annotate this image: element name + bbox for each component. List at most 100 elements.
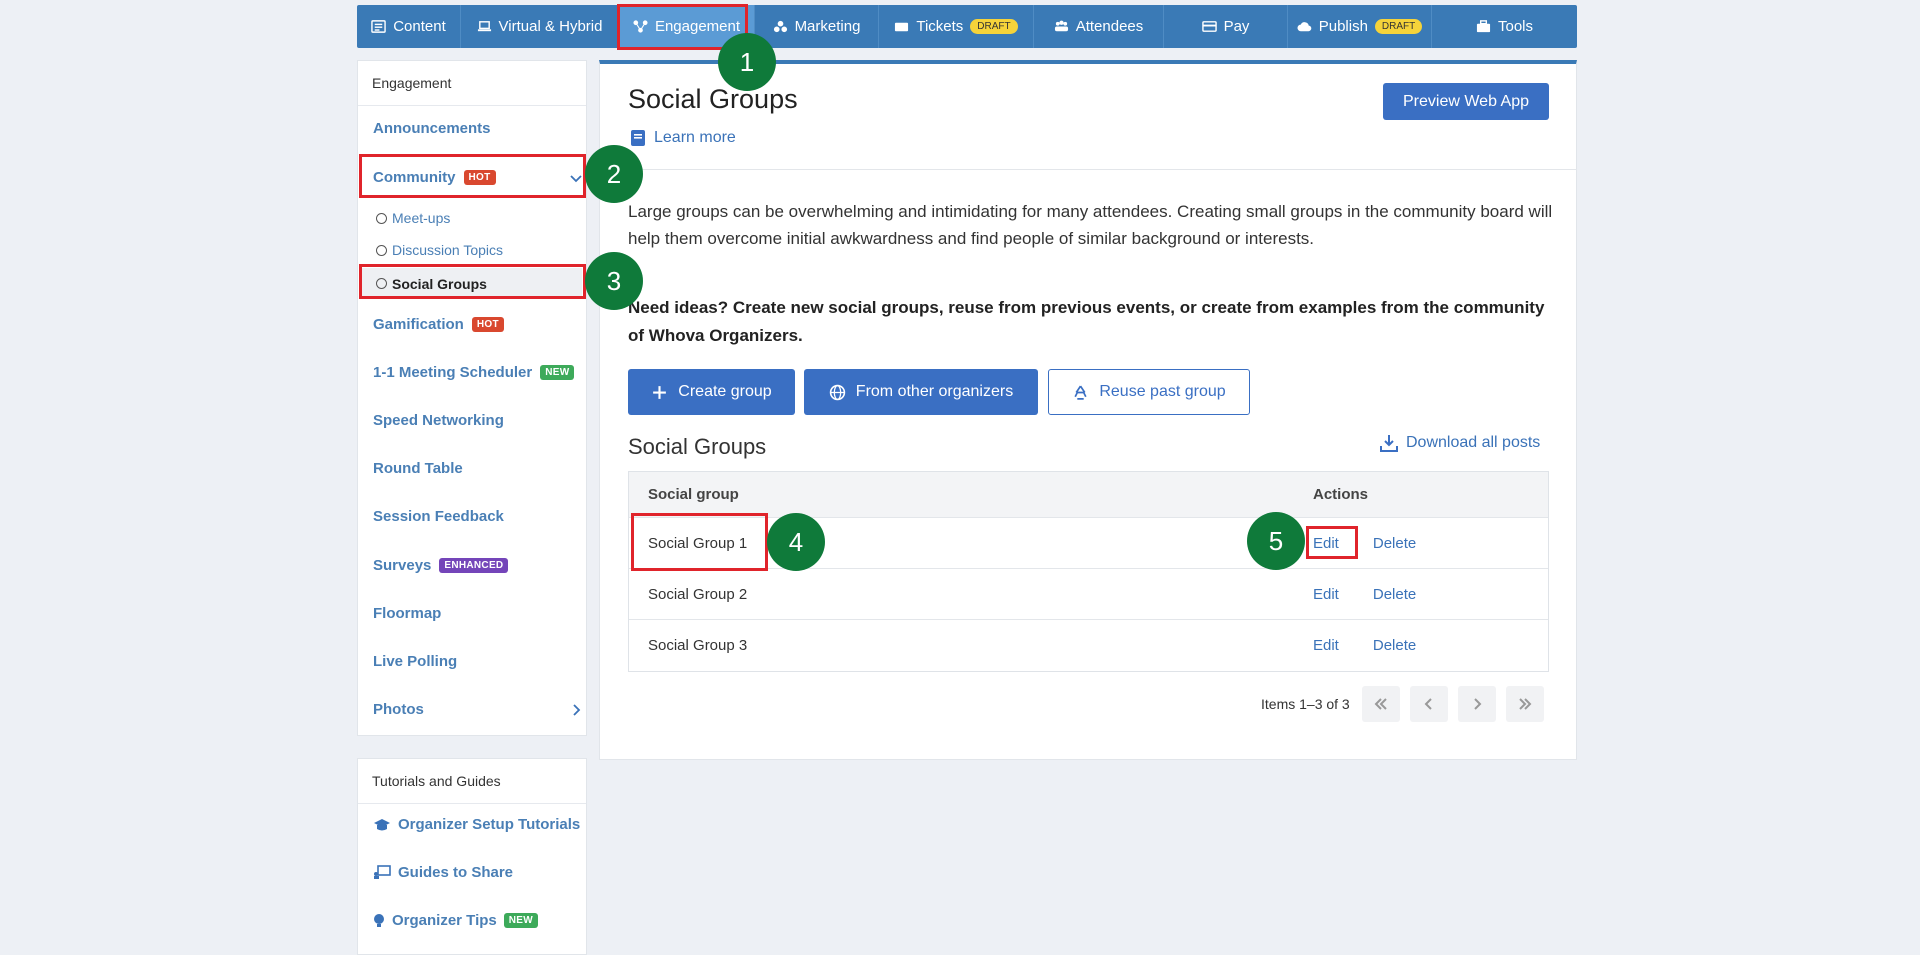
annotation-marker: 4: [767, 513, 825, 571]
button-label: From other organizers: [855, 383, 1014, 400]
annotation-marker: 2: [585, 145, 643, 203]
sidebar-item-photos[interactable]: Photos: [373, 701, 583, 718]
tab-label: Virtual & Hybrid: [498, 18, 603, 35]
page-title: Social Groups: [628, 84, 798, 114]
sidebar-item-label: Live Polling: [373, 653, 458, 670]
pagination: Items 1–3 of 3: [1261, 686, 1544, 722]
sidebar-item-label: 1-1 Meeting Scheduler: [373, 364, 533, 381]
tab-label: Tickets: [916, 18, 964, 35]
sidebar-item-label: Gamification: [373, 316, 464, 333]
cloud-upload-icon: [1297, 22, 1312, 32]
lightbulb-icon: [374, 913, 384, 927]
row-actions: Edit Delete: [1313, 637, 1416, 654]
first-page-button[interactable]: [1361, 686, 1400, 722]
create-group-button[interactable]: Create group: [628, 369, 795, 415]
tab-publish[interactable]: Publish DRAFT: [1288, 5, 1432, 48]
circle-icon: [376, 244, 387, 256]
learn-more-label: Learn more: [654, 129, 736, 146]
sidebar-header: Engagement: [358, 61, 586, 106]
delete-link[interactable]: Delete: [1373, 637, 1416, 654]
tab-tickets[interactable]: Tickets DRAFT: [879, 5, 1034, 48]
sidebar-subitem-discussion-topics[interactable]: Discussion Topics: [376, 242, 503, 258]
tutorial-setup-link[interactable]: Organizer Setup Tutorials: [373, 816, 580, 833]
sidebar-item-floormap[interactable]: Floormap: [373, 605, 441, 622]
table-row: Social Group 3 Edit Delete: [629, 620, 1548, 671]
sidebar-item-label: Announcements: [373, 120, 491, 137]
graduation-cap-icon: [374, 818, 390, 830]
plus-icon: [653, 385, 667, 399]
tab-content[interactable]: Content: [357, 5, 461, 48]
delete-link[interactable]: Delete: [1373, 586, 1416, 603]
sidebar-item-round-table[interactable]: Round Table: [373, 460, 463, 477]
edit-link[interactable]: Edit: [1313, 586, 1339, 603]
tab-attendees[interactable]: Attendees: [1034, 5, 1164, 48]
draft-badge: DRAFT: [1374, 19, 1423, 34]
ideas-text: Need ideas? Create new social groups, re…: [628, 298, 1545, 345]
globe-icon: [829, 384, 845, 400]
tab-pay[interactable]: Pay: [1164, 5, 1288, 48]
hot-badge: HOT: [471, 317, 504, 332]
sidebar-item-meeting-scheduler[interactable]: 1-1 Meeting Scheduler NEW: [373, 364, 575, 381]
sidebar-item-gamification[interactable]: Gamification HOT: [373, 316, 504, 333]
sidebar-item-announcements[interactable]: Announcements: [373, 120, 491, 137]
toolbox-icon: [1476, 20, 1491, 33]
chevron-right-icon: [1474, 698, 1482, 710]
double-chevron-left-icon: [1374, 698, 1387, 710]
sidebar-item-label: Meet-ups: [392, 210, 451, 226]
sidebar-item-live-polling[interactable]: Live Polling: [373, 653, 457, 670]
sidebar-item-label: Discussion Topics: [392, 242, 504, 258]
card-icon: [1201, 21, 1217, 32]
button-label: Create group: [678, 383, 772, 400]
sidebar-item-label: Photos: [373, 701, 424, 718]
chevron-right-icon: [573, 703, 581, 716]
new-badge: NEW: [503, 913, 538, 928]
tab-virtual-hybrid[interactable]: Virtual & Hybrid: [461, 5, 619, 48]
group-name: Social Group 3: [648, 637, 748, 654]
people-icon: [1054, 20, 1068, 32]
enhanced-badge: ENHANCED: [439, 558, 509, 573]
from-other-organizers-button[interactable]: From other organizers: [804, 369, 1038, 415]
edit-link[interactable]: Edit: [1313, 637, 1339, 654]
tutorial-tips-link[interactable]: Organizer Tips NEW: [373, 912, 538, 929]
reuse-past-group-button[interactable]: Reuse past group: [1048, 369, 1250, 415]
tab-label: Attendees: [1075, 18, 1144, 35]
tab-tools[interactable]: Tools: [1432, 5, 1577, 48]
sidebar-item-speed-networking[interactable]: Speed Networking: [373, 412, 504, 429]
divider: [599, 169, 1577, 170]
pagination-count: Items 1–3 of 3: [1261, 696, 1350, 712]
tutorials-header: Tutorials and Guides: [358, 759, 586, 804]
new-badge: NEW: [540, 365, 575, 380]
section-title: Social Groups: [628, 434, 767, 459]
tab-label: Content: [393, 18, 446, 35]
sidebar-item-label: Floormap: [373, 605, 442, 622]
annotation-box: [631, 513, 768, 571]
delete-link[interactable]: Delete: [1373, 535, 1416, 552]
group-name: Social Group 2: [648, 585, 748, 603]
chevron-left-icon: [1424, 698, 1432, 710]
table-header: Social group Actions: [629, 472, 1548, 518]
tab-label: Tools: [1497, 18, 1534, 35]
column-header-social-group: Social group: [648, 486, 739, 503]
last-page-button[interactable]: [1505, 686, 1544, 722]
sidebar-item-label: Speed Networking: [373, 412, 504, 429]
tutorial-guides-link[interactable]: Guides to Share: [373, 864, 513, 881]
button-label: Reuse past group: [1099, 383, 1226, 400]
download-all-posts-link[interactable]: Download all posts: [1380, 434, 1540, 452]
annotation-marker: 5: [1247, 512, 1305, 570]
prev-page-button[interactable]: [1409, 686, 1448, 722]
circle-icon: [376, 212, 387, 224]
preview-web-app-button[interactable]: Preview Web App: [1383, 83, 1549, 120]
annotation-marker: 3: [585, 252, 643, 310]
sidebar-item-surveys[interactable]: Surveys ENHANCED: [373, 557, 509, 574]
column-header-actions: Actions: [1313, 486, 1369, 503]
learn-more-link[interactable]: Learn more: [630, 129, 736, 147]
annotation-box: [359, 264, 586, 299]
tab-marketing[interactable]: Marketing: [755, 5, 879, 48]
marketing-icon: [773, 20, 787, 33]
next-page-button[interactable]: [1457, 686, 1496, 722]
sidebar-item-session-feedback[interactable]: Session Feedback: [373, 508, 504, 525]
ticket-icon: [895, 22, 909, 32]
content-icon: [371, 20, 386, 33]
sidebar-subitem-meetups[interactable]: Meet-ups: [376, 210, 450, 226]
tutorial-label: Organizer Tips: [392, 912, 497, 929]
